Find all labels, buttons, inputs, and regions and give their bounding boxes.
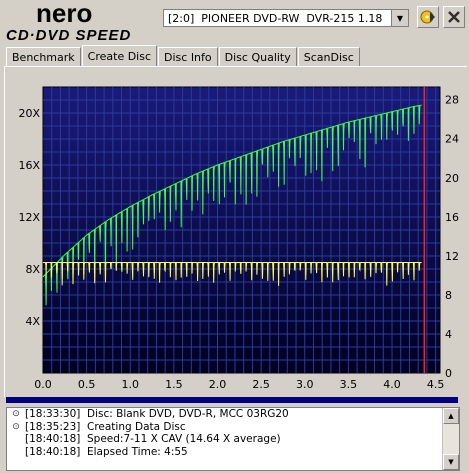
log-text: Speed:7-11 X CAV (14.64 X average) <box>87 433 281 446</box>
log-time: [18:35:23] <box>25 420 81 433</box>
tab-scandisc[interactable]: ScanDisc <box>297 47 360 66</box>
exit-icon <box>448 11 460 23</box>
tab-benchmark[interactable]: Benchmark <box>6 47 81 66</box>
log-row: ⊙ [18:33:30] Disc: Blank DVD, DVD-R, MCC 0… <box>7 408 459 421</box>
y-right-tick-label: 16 <box>445 211 459 224</box>
y-right-tick-label: 12 <box>445 250 459 263</box>
x-tick-label: 2.5 <box>252 378 270 391</box>
exit-button[interactable] <box>443 6 465 28</box>
log-time: [18:40:18] <box>25 433 81 446</box>
tab-disc-info[interactable]: Disc Info <box>158 47 218 66</box>
disc-eject-icon <box>420 10 435 24</box>
x-tick-label: 3.5 <box>340 378 358 391</box>
log-text: Elapsed Time: 4:55 <box>87 445 188 458</box>
log-scrollbar[interactable]: ▲ ▼ <box>442 408 459 470</box>
y-right-tick-label: 0 <box>445 367 452 380</box>
log-time: [18:40:18] <box>25 445 81 458</box>
log-time: [18:33:30] <box>25 408 81 421</box>
log-divider <box>6 397 458 403</box>
logo-product-text: CD·DVD SPEED <box>6 27 131 44</box>
x-tick-label: 3.0 <box>296 378 314 391</box>
y-right-tick-label: 28 <box>445 94 459 107</box>
tab-label: Create Disc <box>87 49 152 63</box>
info-icon: ⊙ <box>12 409 20 420</box>
chevron-down-icon[interactable]: ▼ <box>391 10 408 26</box>
x-tick-label: 4.0 <box>383 378 401 391</box>
log-text: Creating Data Disc <box>87 420 186 433</box>
tab-label: ScanDisc <box>303 50 354 64</box>
y-left-tick-label: 20X <box>18 107 40 120</box>
scroll-down-icon[interactable]: ▼ <box>443 454 459 470</box>
x-tick-label: 4.5 <box>427 378 445 391</box>
logo-nero-text: nero <box>36 0 92 28</box>
log-row: [18:40:18] Elapsed Time: 4:55 <box>7 446 459 459</box>
x-tick-label: 0.0 <box>34 378 52 391</box>
create-disc-panel: 4X 8X 12X 16X 20X 0 4 8 12 16 20 24 28 0.0 0.5 1.0 1.5 2.… <box>4 66 467 397</box>
tab-disc-quality[interactable]: Disc Quality <box>218 47 297 66</box>
log-row: ⊙ [18:35:23] Creating Data Disc <box>7 421 459 434</box>
tab-label: Disc Info <box>164 50 212 64</box>
x-tick-label: 0.5 <box>78 378 96 391</box>
scroll-up-icon[interactable]: ▲ <box>443 408 459 424</box>
speed-chart: 4X 8X 12X 16X 20X 0 4 8 12 16 20 24 28 0.0 0.5 1.0 1.5 2.… <box>18 86 459 391</box>
log-panel: ⊙ [18:33:30] Disc: Blank DVD, DVD-R, MCC 0… <box>6 407 460 471</box>
x-tick-label: 2.0 <box>209 378 227 391</box>
y-right-tick-label: 8 <box>445 289 452 302</box>
y-right-tick-label: 4 <box>445 328 452 341</box>
tab-bar: Benchmark Create Disc Disc Info Disc Qua… <box>6 45 361 66</box>
drive-select[interactable]: [2:0] PIONEER DVD-RW DVR-215 1.18 ▼ <box>163 9 409 27</box>
nero-logo: nero CD·DVD SPEED <box>6 0 131 44</box>
y-left-tick-label: 4X <box>25 315 40 328</box>
y-left-tick-label: 12X <box>18 211 40 224</box>
tab-label: Benchmark <box>12 50 75 64</box>
log-text: Disc: Blank DVD, DVD-R, MCC 03RG20 <box>87 408 289 421</box>
y-left-tick-label: 16X <box>18 159 40 172</box>
eject-button[interactable] <box>417 6 439 28</box>
log-row: [18:40:18] Speed:7-11 X CAV (14.64 X aver… <box>7 433 459 446</box>
y-right-tick-label: 20 <box>445 172 459 185</box>
y-right-tick-label: 24 <box>445 133 459 146</box>
x-tick-label: 1.5 <box>165 378 183 391</box>
info-icon: ⊙ <box>12 421 20 432</box>
tab-label: Disc Quality <box>224 50 291 64</box>
tab-create-disc[interactable]: Create Disc <box>81 45 158 66</box>
drive-select-value: [2:0] PIONEER DVD-RW DVR-215 1.18 <box>168 11 383 25</box>
y-left-tick-label: 8X <box>25 263 40 276</box>
x-tick-label: 1.0 <box>122 378 140 391</box>
